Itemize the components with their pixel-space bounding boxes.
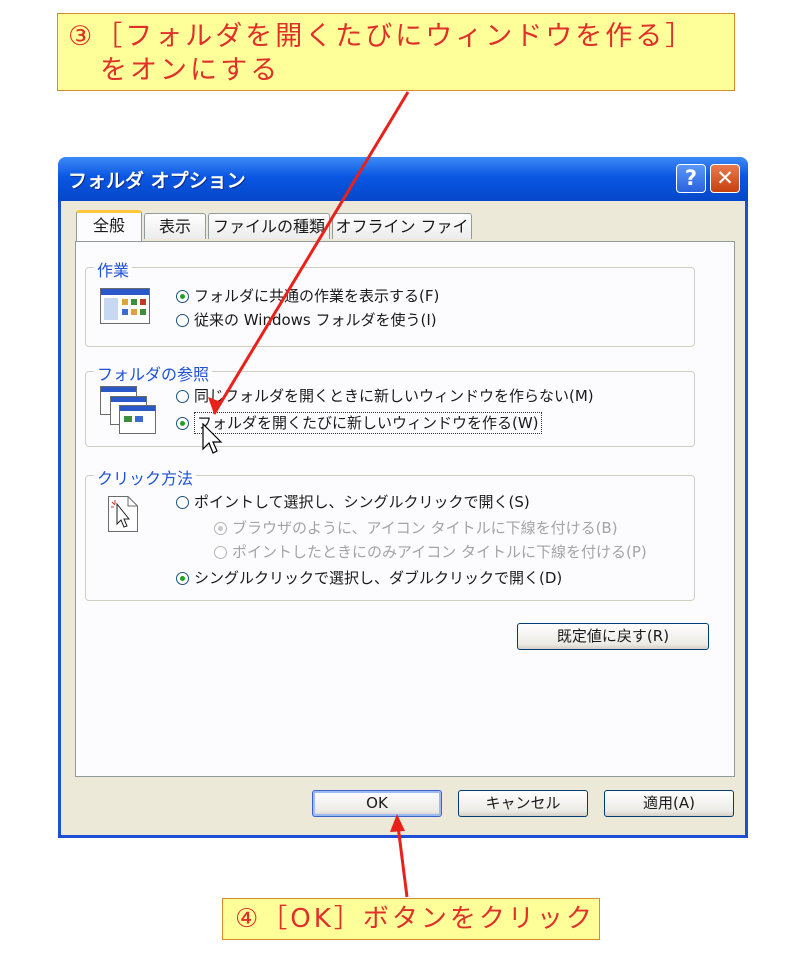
arrow-to-ok-button <box>396 825 409 898</box>
instruction-callout-step4: ④［OK］ボタンをクリック <box>222 898 600 940</box>
arrow-to-new-window-option <box>212 91 410 415</box>
tab-general[interactable]: 全般 <box>76 210 142 241</box>
arrowhead-to-ok-button <box>390 814 405 832</box>
annotation-arrows <box>208 91 410 898</box>
